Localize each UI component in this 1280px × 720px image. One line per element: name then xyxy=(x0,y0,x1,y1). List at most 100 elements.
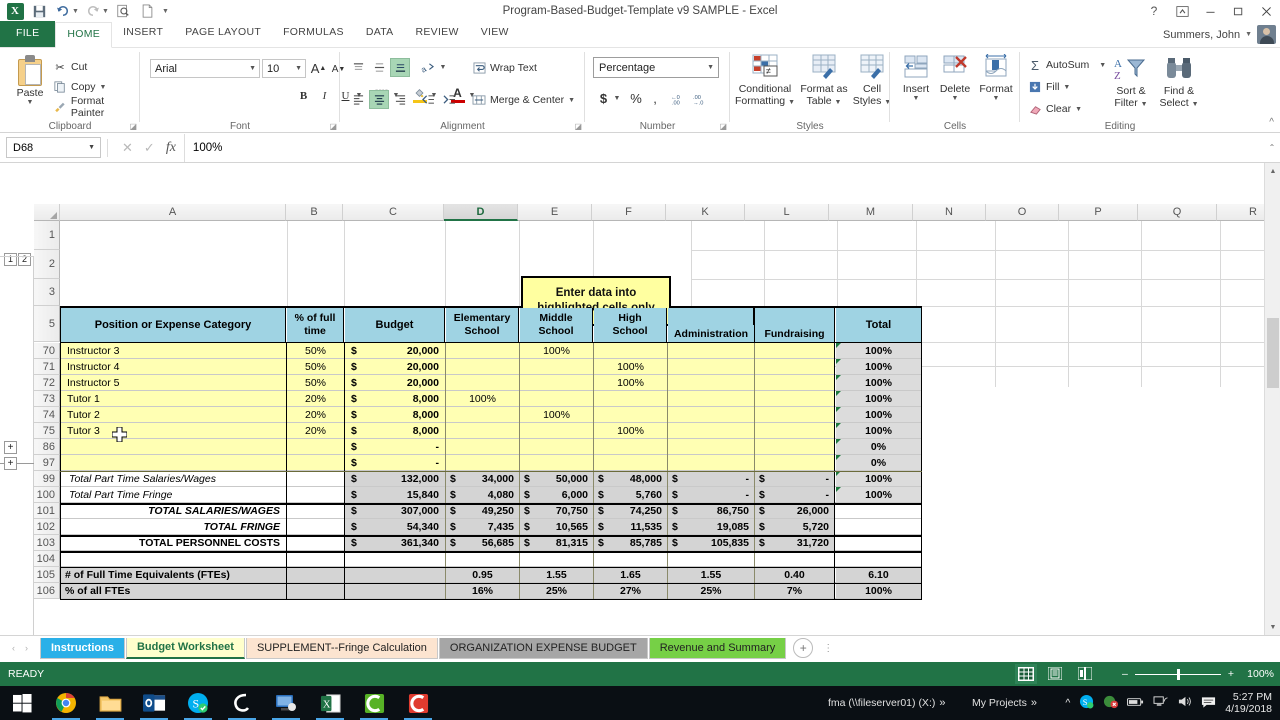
name-box-dropdown-icon[interactable]: ▼ xyxy=(88,144,95,151)
cell-a101[interactable]: TOTAL SALARIES/WAGES xyxy=(61,503,286,519)
close-icon[interactable] xyxy=(1252,0,1280,22)
action-center-tray-icon[interactable] xyxy=(1201,695,1216,712)
column-header-a[interactable]: A xyxy=(60,204,286,221)
cell-K101[interactable]: $86,750 xyxy=(668,503,754,519)
cell-c100[interactable]: $15,840 xyxy=(345,487,445,503)
ribbon-display-options-icon[interactable] xyxy=(1168,0,1196,22)
column-headers[interactable]: A B C D E F K L M N O P Q R xyxy=(60,204,1280,221)
cell-K106[interactable]: 25% xyxy=(668,583,754,599)
insert-cells-button[interactable]: Insert ▼ xyxy=(898,54,934,102)
cell-b100[interactable] xyxy=(287,487,344,503)
tab-formulas[interactable]: FORMULAS xyxy=(272,21,355,47)
print-preview-icon[interactable] xyxy=(112,1,134,21)
cell-c106[interactable] xyxy=(345,583,445,599)
cell-b102[interactable] xyxy=(287,519,344,535)
cell-M103[interactable] xyxy=(836,535,921,551)
outline-expand-button-row-97[interactable]: + xyxy=(4,457,17,470)
page-break-preview-button[interactable] xyxy=(1078,667,1094,681)
add-sheet-button[interactable]: + xyxy=(793,638,813,658)
cell-K74[interactable] xyxy=(668,407,754,423)
cell-a104[interactable] xyxy=(61,551,286,567)
collapse-ribbon-button[interactable]: ^ xyxy=(1269,117,1274,128)
comma-format-button[interactable]: , xyxy=(647,88,663,108)
font-size-select[interactable]: 10 ▼ xyxy=(262,59,306,78)
tab-view[interactable]: VIEW xyxy=(470,21,520,47)
align-left-button[interactable] xyxy=(348,90,368,109)
next-sheet-icon[interactable]: › xyxy=(25,643,28,653)
row-header-72[interactable]: 72 xyxy=(34,375,60,391)
cell-c105[interactable] xyxy=(345,567,445,583)
cell-D74[interactable] xyxy=(446,407,519,423)
row-header-73[interactable]: 73 xyxy=(34,391,60,407)
row-header-103[interactable]: 103 xyxy=(34,535,60,551)
row-header-3[interactable]: 3 xyxy=(34,279,60,306)
autosum-dropdown-icon[interactable]: ▼ xyxy=(1099,62,1106,69)
column-header-k[interactable]: K xyxy=(666,204,745,221)
cell-E99[interactable]: $50,000 xyxy=(520,471,593,487)
wrap-text-button[interactable]: Wrap Text xyxy=(472,59,537,77)
alignment-dialog-launcher[interactable]: ◪ xyxy=(574,122,582,131)
row-header-105[interactable]: 105 xyxy=(34,567,60,583)
cell-b105[interactable] xyxy=(287,567,344,583)
row-header-101[interactable]: 101 xyxy=(34,503,60,519)
cell-L72[interactable] xyxy=(755,375,834,391)
sheet-tab-bar[interactable]: ‹ › Instructions Budget Worksheet SUPPLE… xyxy=(0,635,1280,660)
cell-M72[interactable]: 100% xyxy=(836,375,921,391)
cell-c97[interactable]: $- xyxy=(345,455,445,471)
vertical-scroll-thumb[interactable] xyxy=(1267,318,1279,388)
cell-M75[interactable]: 100% xyxy=(836,423,921,439)
cell-M100[interactable]: 100% xyxy=(836,487,921,503)
cell-styles-button[interactable]: Cell Styles ▼ xyxy=(852,54,892,107)
sheet-tab-instructions[interactable]: Instructions xyxy=(40,638,125,659)
cell-c75[interactable]: $8,000 xyxy=(345,423,445,439)
align-bottom-button[interactable] xyxy=(390,58,410,77)
column-header-m[interactable]: M xyxy=(829,204,913,221)
column-header-d[interactable]: D xyxy=(444,204,518,221)
cell-F101[interactable]: $74,250 xyxy=(594,503,667,519)
cell-K104[interactable] xyxy=(668,551,754,567)
cell-K86[interactable] xyxy=(668,439,754,455)
name-box[interactable]: D68 ▼ xyxy=(6,137,101,158)
help-icon[interactable]: ? xyxy=(1140,0,1168,22)
cell-a106[interactable]: % of all FTEs xyxy=(61,583,286,599)
column-header-p[interactable]: P xyxy=(1059,204,1138,221)
customize-qat-icon[interactable]: ▼ xyxy=(162,8,170,15)
find-select-button[interactable]: Find & Select ▼ xyxy=(1156,56,1202,109)
cell-F106[interactable]: 27% xyxy=(594,583,667,599)
cell-L74[interactable] xyxy=(755,407,834,423)
italic-button[interactable]: I xyxy=(315,86,334,105)
cell-E101[interactable]: $70,750 xyxy=(520,503,593,519)
font-dialog-launcher[interactable]: ◪ xyxy=(329,122,337,131)
cell-c103[interactable]: $361,340 xyxy=(345,535,445,551)
cell-D105[interactable]: 0.95 xyxy=(446,567,519,583)
cell-K75[interactable] xyxy=(668,423,754,439)
column-outline-level-1-button[interactable]: 1 xyxy=(4,253,17,266)
bold-button[interactable]: B xyxy=(294,86,313,105)
cell-F104[interactable] xyxy=(594,551,667,567)
cell-c70[interactable]: $20,000 xyxy=(345,343,445,359)
font-size-dropdown-icon[interactable]: ▼ xyxy=(295,65,302,72)
row-header-74[interactable]: 74 xyxy=(34,407,60,423)
cell-L101[interactable]: $26,000 xyxy=(755,503,834,519)
taskbar-folder-fileserver-overflow-icon[interactable]: » xyxy=(939,697,945,709)
accounting-format-button[interactable]: $ xyxy=(595,88,612,108)
cell-F100[interactable]: $5,760 xyxy=(594,487,667,503)
column-header-e[interactable]: E xyxy=(518,204,592,221)
cell-c73[interactable]: $8,000 xyxy=(345,391,445,407)
format-painter-button[interactable]: Format Painter xyxy=(53,98,140,116)
column-header-l[interactable]: L xyxy=(745,204,829,221)
sheet-tab-overflow-icon[interactable]: ⋮ xyxy=(823,643,833,654)
zoom-slider[interactable]: – + xyxy=(1122,668,1234,680)
tab-home[interactable]: HOME xyxy=(55,22,112,48)
sheet-tab-supplement-fringe-calculation[interactable]: SUPPLEMENT--Fringe Calculation xyxy=(246,638,438,659)
cell-D86[interactable] xyxy=(446,439,519,455)
undo-dropdown-icon[interactable]: ▼ xyxy=(72,8,80,15)
normal-view-button[interactable] xyxy=(1018,667,1034,681)
number-format-dropdown-icon[interactable]: ▼ xyxy=(707,64,714,71)
cell-K103[interactable]: $105,835 xyxy=(668,535,754,551)
cell-K102[interactable]: $19,085 xyxy=(668,519,754,535)
taskbar-folder-my-projects[interactable]: My Projects » xyxy=(972,697,1037,709)
excel-taskbar-icon[interactable]: X xyxy=(308,686,352,720)
cell-D106[interactable]: 16% xyxy=(446,583,519,599)
row-header-97[interactable]: 97 xyxy=(34,455,60,471)
